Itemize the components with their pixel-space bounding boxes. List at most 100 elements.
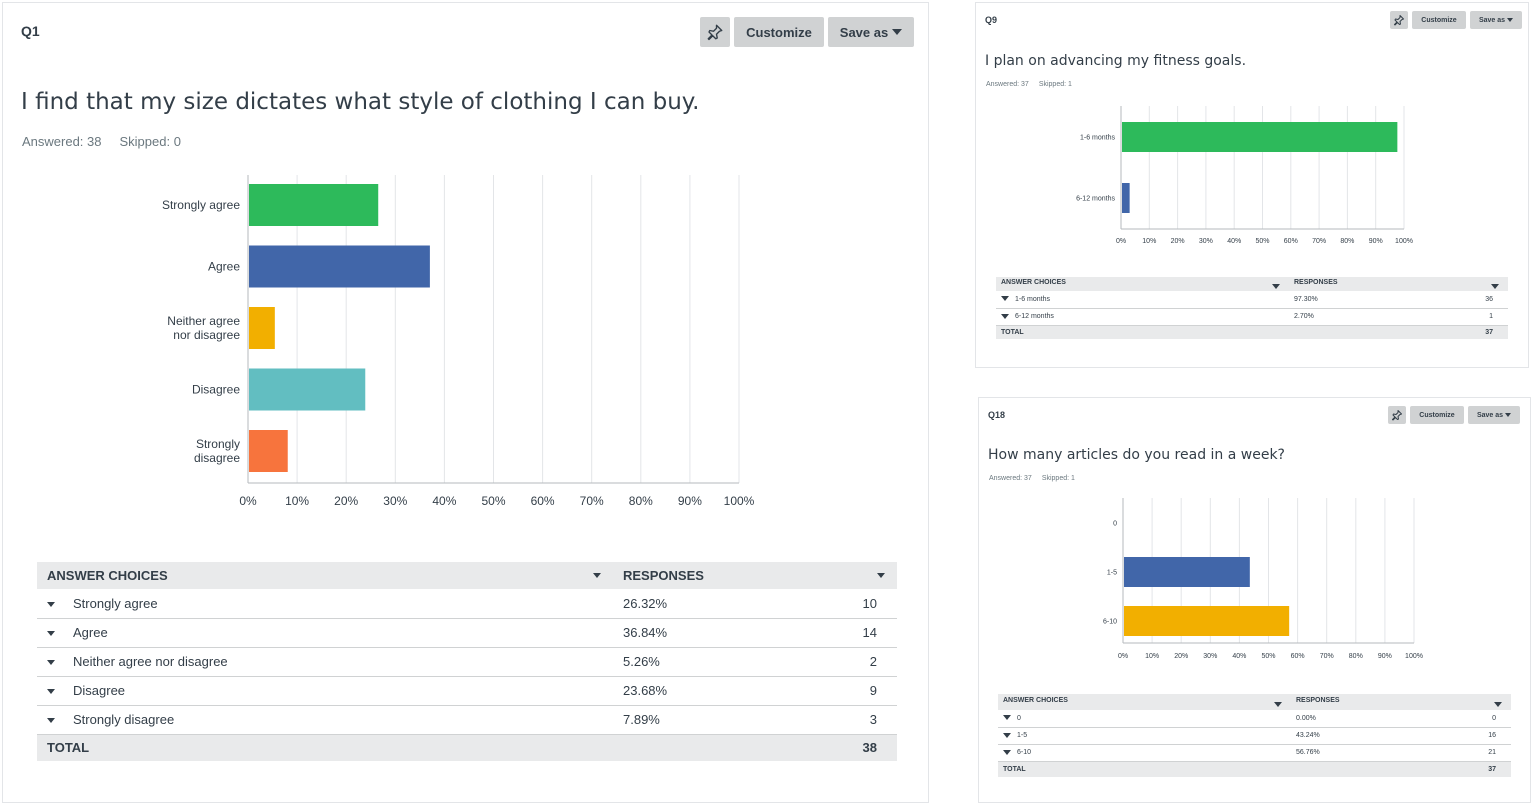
answer-choice-label: Neither agree nor disagree [73, 654, 228, 669]
expand-caret-icon[interactable] [47, 631, 55, 637]
sort-caret-icon[interactable] [877, 573, 885, 578]
response-percent: 43.24% [1291, 727, 1414, 745]
total-spacer [613, 734, 787, 761]
category-label: Strongly agree [162, 198, 240, 212]
x-tick-label: 0% [1116, 238, 1126, 245]
table-row[interactable]: Agree 36.84% 14 [37, 618, 897, 648]
category-label: Disagree [192, 383, 240, 397]
x-tick-label: 90% [1378, 653, 1392, 660]
response-percent: 5.26% [613, 647, 787, 677]
expand-caret-icon[interactable] [1003, 749, 1011, 755]
response-percent: 7.89% [613, 705, 787, 735]
table-header-row: ANSWER CHOICES RESPONSES [996, 277, 1508, 291]
x-tick-label: 100% [1395, 238, 1413, 245]
answer-choice-label: 6-12 months [1015, 313, 1054, 320]
expand-caret-icon[interactable] [47, 601, 55, 607]
response-percent: 0.00% [1291, 710, 1414, 728]
column-header-label: ANSWER CHOICES [1001, 279, 1066, 286]
expand-caret-icon[interactable] [47, 660, 55, 666]
response-count: 0 [1413, 710, 1511, 728]
total-label: TOTAL [996, 325, 1289, 339]
table-row[interactable]: Disagree 23.68% 9 [37, 676, 897, 706]
column-header-label: RESPONSES [623, 568, 704, 583]
column-header-label: ANSWER CHOICES [1003, 697, 1068, 704]
table-total-row: TOTAL 38 [37, 734, 897, 761]
x-tick-label: 70% [1320, 653, 1334, 660]
response-table-q1: ANSWER CHOICES RESPONSES Strongly agree 26.… [37, 562, 897, 761]
sort-caret-icon[interactable] [1272, 284, 1280, 289]
x-tick-label: 0% [239, 494, 257, 508]
table-row[interactable]: Strongly disagree 7.89% 3 [37, 705, 897, 735]
answer-choice-cell: 1-6 months [996, 291, 1289, 309]
response-count: 2 [786, 647, 897, 677]
x-tick-label: 50% [1261, 653, 1275, 660]
bar [249, 245, 430, 288]
category-label: Strongly [196, 437, 240, 451]
table-row[interactable]: 0 0.00% 0 [998, 710, 1511, 728]
x-tick-label: 40% [1227, 238, 1241, 245]
expand-caret-icon[interactable] [47, 689, 55, 695]
expand-caret-icon[interactable] [1003, 715, 1011, 721]
column-header-answer-choices: ANSWER CHOICES [996, 277, 1289, 291]
column-header-responses: RESPONSES [1291, 694, 1511, 710]
x-tick-label: 10% [1145, 653, 1159, 660]
response-count: 36 [1411, 291, 1508, 309]
table-row[interactable]: Neither agree nor disagree 5.26% 2 [37, 647, 897, 677]
answer-choice-label: 1-6 months [1015, 295, 1051, 303]
sort-caret-icon[interactable] [1491, 284, 1499, 289]
response-count: 3 [786, 705, 897, 735]
table-total-row: TOTAL 37 [996, 325, 1508, 339]
answer-choice-cell: Strongly agree [37, 589, 613, 619]
answer-choice-cell: 6-12 months [996, 308, 1289, 326]
answer-choice-label: 6-10 [1017, 749, 1032, 756]
response-percent: 23.68% [613, 676, 787, 706]
x-tick-label: 10% [285, 494, 309, 508]
total-spacer [1289, 325, 1412, 339]
expand-caret-icon[interactable] [1001, 296, 1009, 302]
table-row[interactable]: 1-6 months 97.30% 36 [996, 291, 1508, 309]
table-row[interactable]: 6-12 months 2.70% 1 [996, 308, 1508, 326]
x-tick-label: 80% [629, 494, 653, 508]
answer-choice-cell: Neither agree nor disagree [37, 647, 613, 677]
table-row[interactable]: 1-5 43.24% 16 [998, 727, 1511, 745]
total-count: 38 [786, 734, 897, 761]
category-label: 1-5 [1107, 569, 1117, 576]
bar [249, 184, 379, 226]
category-label: Neither agree [167, 314, 240, 328]
bar [1124, 557, 1250, 587]
response-percent: 26.32% [613, 589, 787, 619]
answer-choice-cell: 0 [998, 710, 1291, 728]
table-row[interactable]: 6-10 56.76% 21 [998, 744, 1511, 762]
x-tick-label: 20% [1174, 653, 1188, 660]
category-label: 0 [1113, 520, 1117, 527]
expand-caret-icon[interactable] [47, 718, 55, 724]
category-label: 6-10 [1103, 618, 1117, 625]
question-card-q18: Q18 Customize Save as How many articles … [978, 397, 1531, 803]
column-header-label: ANSWER CHOICES [47, 568, 168, 583]
total-label: TOTAL [998, 761, 1291, 777]
total-spacer [1291, 761, 1414, 777]
sort-caret-icon[interactable] [1274, 702, 1282, 707]
x-tick-label: 60% [1284, 238, 1298, 245]
table-row[interactable]: Strongly agree 26.32% 10 [37, 589, 897, 619]
x-tick-label: 70% [1312, 238, 1326, 245]
column-header-answer-choices: ANSWER CHOICES [37, 562, 613, 589]
x-tick-label: 30% [383, 494, 407, 508]
bar [1124, 606, 1290, 636]
bar [249, 307, 275, 349]
answer-choice-label: Disagree [73, 683, 126, 698]
category-label: disagree [194, 451, 240, 465]
x-tick-label: 50% [1255, 238, 1269, 245]
answer-choice-label: 1-5 [1017, 732, 1028, 739]
response-count: 10 [786, 589, 897, 619]
sort-caret-icon[interactable] [593, 573, 601, 578]
answer-choice-label: Agree [73, 625, 108, 640]
sort-caret-icon[interactable] [1494, 702, 1502, 707]
expand-caret-icon[interactable] [1001, 313, 1009, 319]
x-tick-label: 30% [1199, 238, 1213, 245]
bar-chart-q1: 0% 10% 20% 30% 40% 50% 60% 70% 80% 90% 100% Strongl… [162, 175, 755, 508]
expand-caret-icon[interactable] [1003, 732, 1011, 738]
x-tick-label: 80% [1349, 653, 1363, 660]
column-header-answer-choices: ANSWER CHOICES [998, 694, 1291, 710]
category-label: 6-12 months [1076, 195, 1115, 202]
